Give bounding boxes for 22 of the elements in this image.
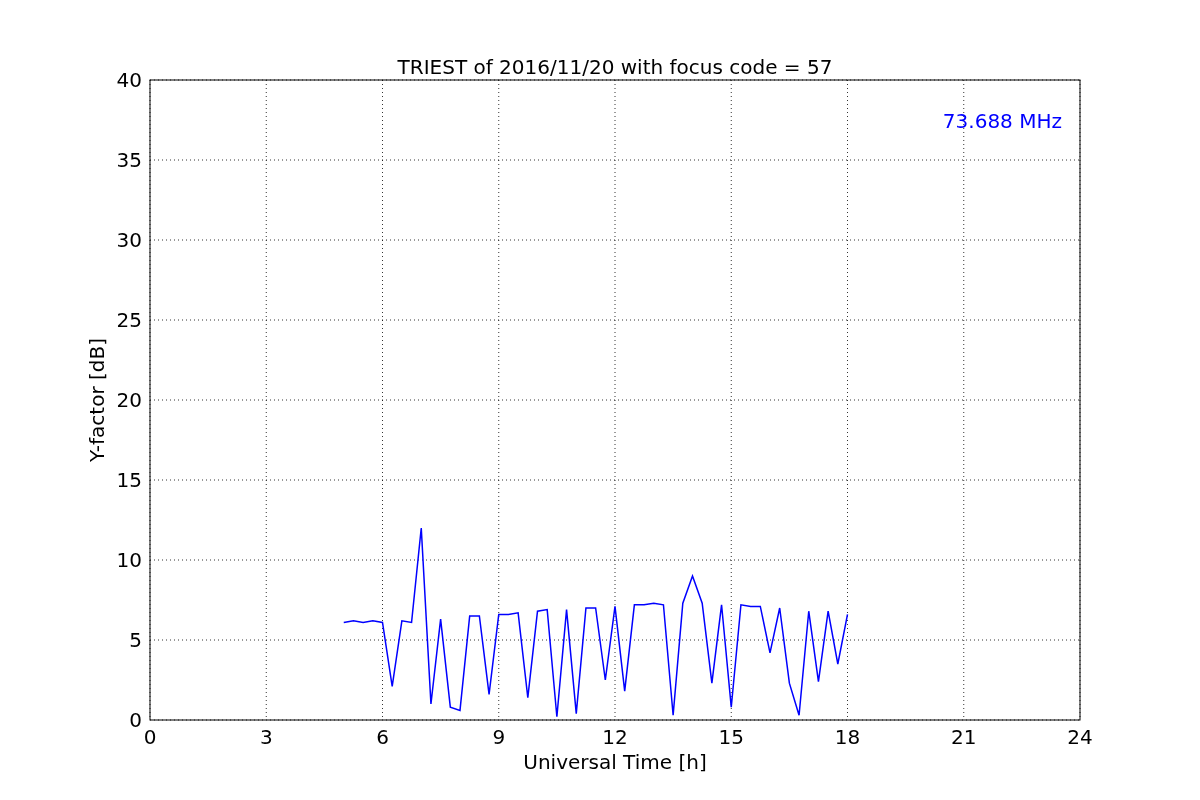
x-tick-label: 18	[834, 725, 861, 749]
y-tick-label: 0	[129, 708, 142, 732]
x-tick-label: 24	[1067, 725, 1093, 749]
x-tick-label: 12	[602, 725, 628, 749]
x-tick-label: 0	[143, 725, 157, 749]
y-tick-label: 10	[116, 548, 142, 572]
chart-title: TRIEST of 2016/11/20 with focus code = 57	[397, 55, 833, 79]
y-tick-label: 15	[116, 468, 142, 492]
y-axis-label: Y-factor [dB]	[85, 338, 109, 462]
y-tick-label: 40	[116, 68, 142, 92]
y-tick-label: 30	[116, 228, 142, 252]
y-tick-label: 20	[116, 388, 142, 412]
y-tick-label: 5	[129, 628, 142, 652]
y-tick-label: 25	[116, 308, 142, 332]
x-tick-label: 21	[951, 725, 977, 749]
x-tick-label: 6	[376, 725, 389, 749]
x-tick-label: 3	[259, 725, 273, 749]
series-label: 73.688 MHz	[942, 109, 1062, 133]
x-tick-label: 15	[718, 725, 744, 749]
x-axis-label: Universal Time [h]	[523, 750, 707, 774]
x-tick-label: 9	[492, 725, 506, 749]
y-tick-label: 35	[116, 148, 142, 172]
